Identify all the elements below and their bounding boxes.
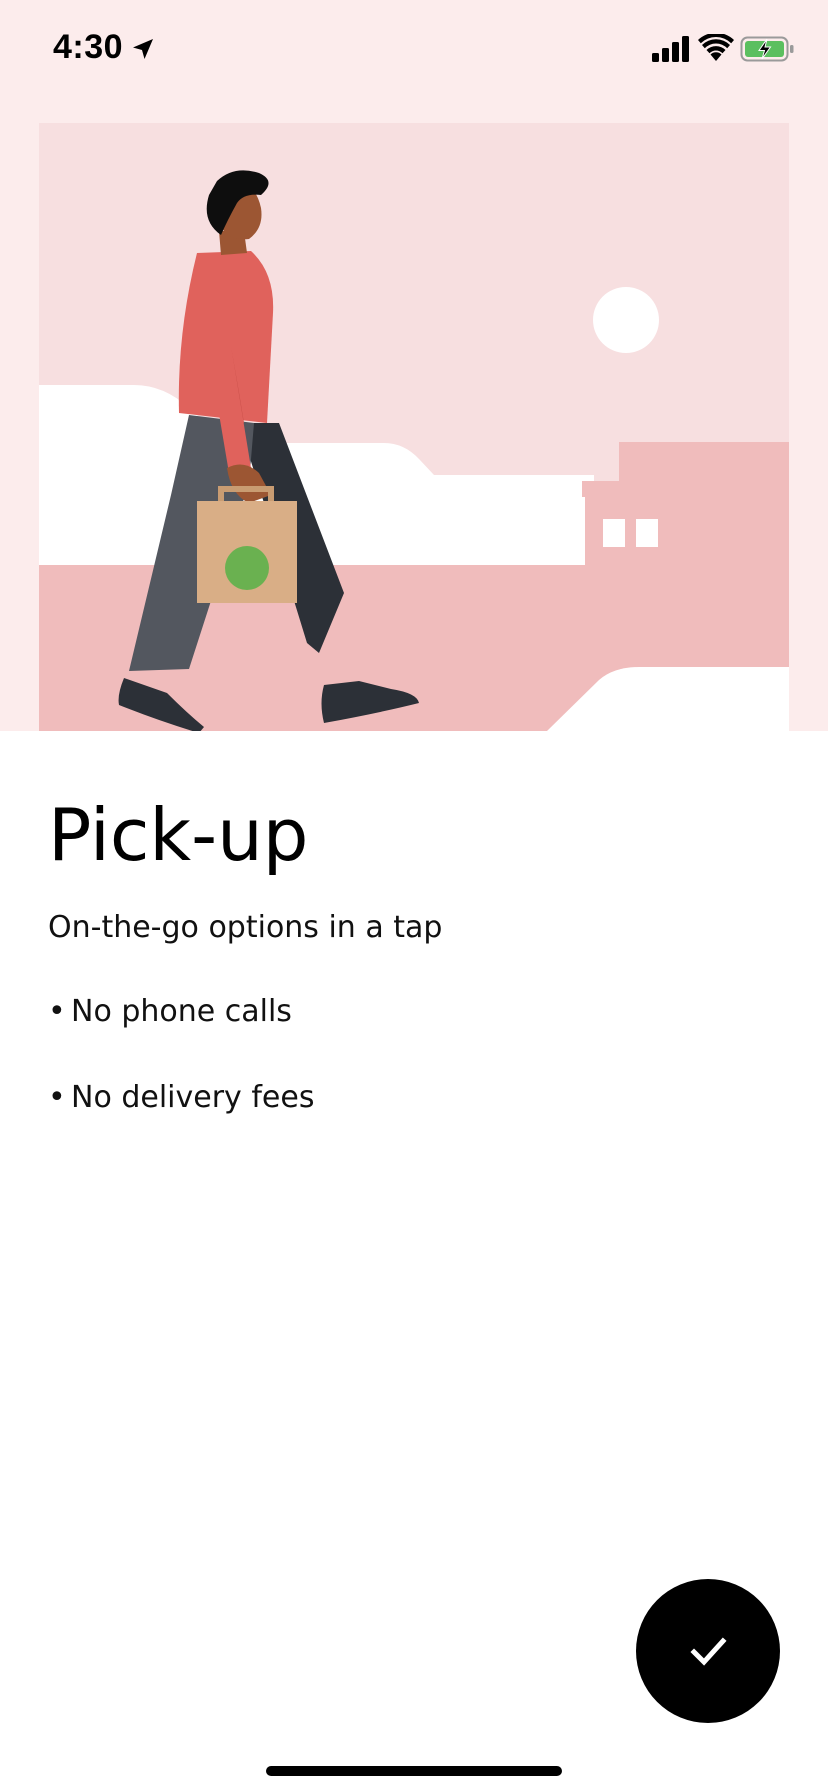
location-arrow-icon — [133, 39, 153, 59]
status-bar: 4:30 — [0, 0, 828, 100]
subtitle: On-the-go options in a tap — [48, 910, 443, 945]
feature-text: No delivery fees — [71, 1080, 315, 1115]
page-title: Pick-up — [48, 793, 309, 877]
confirm-button[interactable] — [636, 1579, 780, 1723]
feature-list: • No phone calls • No delivery fees — [48, 992, 768, 1118]
pickup-illustration — [39, 123, 789, 731]
feature-item: • No phone calls — [48, 992, 768, 1032]
feature-item: • No delivery fees — [48, 1078, 768, 1118]
home-indicator[interactable] — [266, 1766, 562, 1776]
content: Pick-up On-the-go options in a tap • No … — [48, 790, 768, 1164]
cellular-signal-icon — [652, 36, 689, 62]
bullet: • — [48, 1080, 66, 1115]
bullet: • — [48, 994, 66, 1029]
wifi-icon — [698, 34, 734, 61]
battery-charging-icon — [740, 36, 794, 62]
status-time: 4:30 — [53, 28, 124, 66]
feature-text: No phone calls — [71, 994, 292, 1029]
checkmark-icon — [690, 1637, 727, 1666]
